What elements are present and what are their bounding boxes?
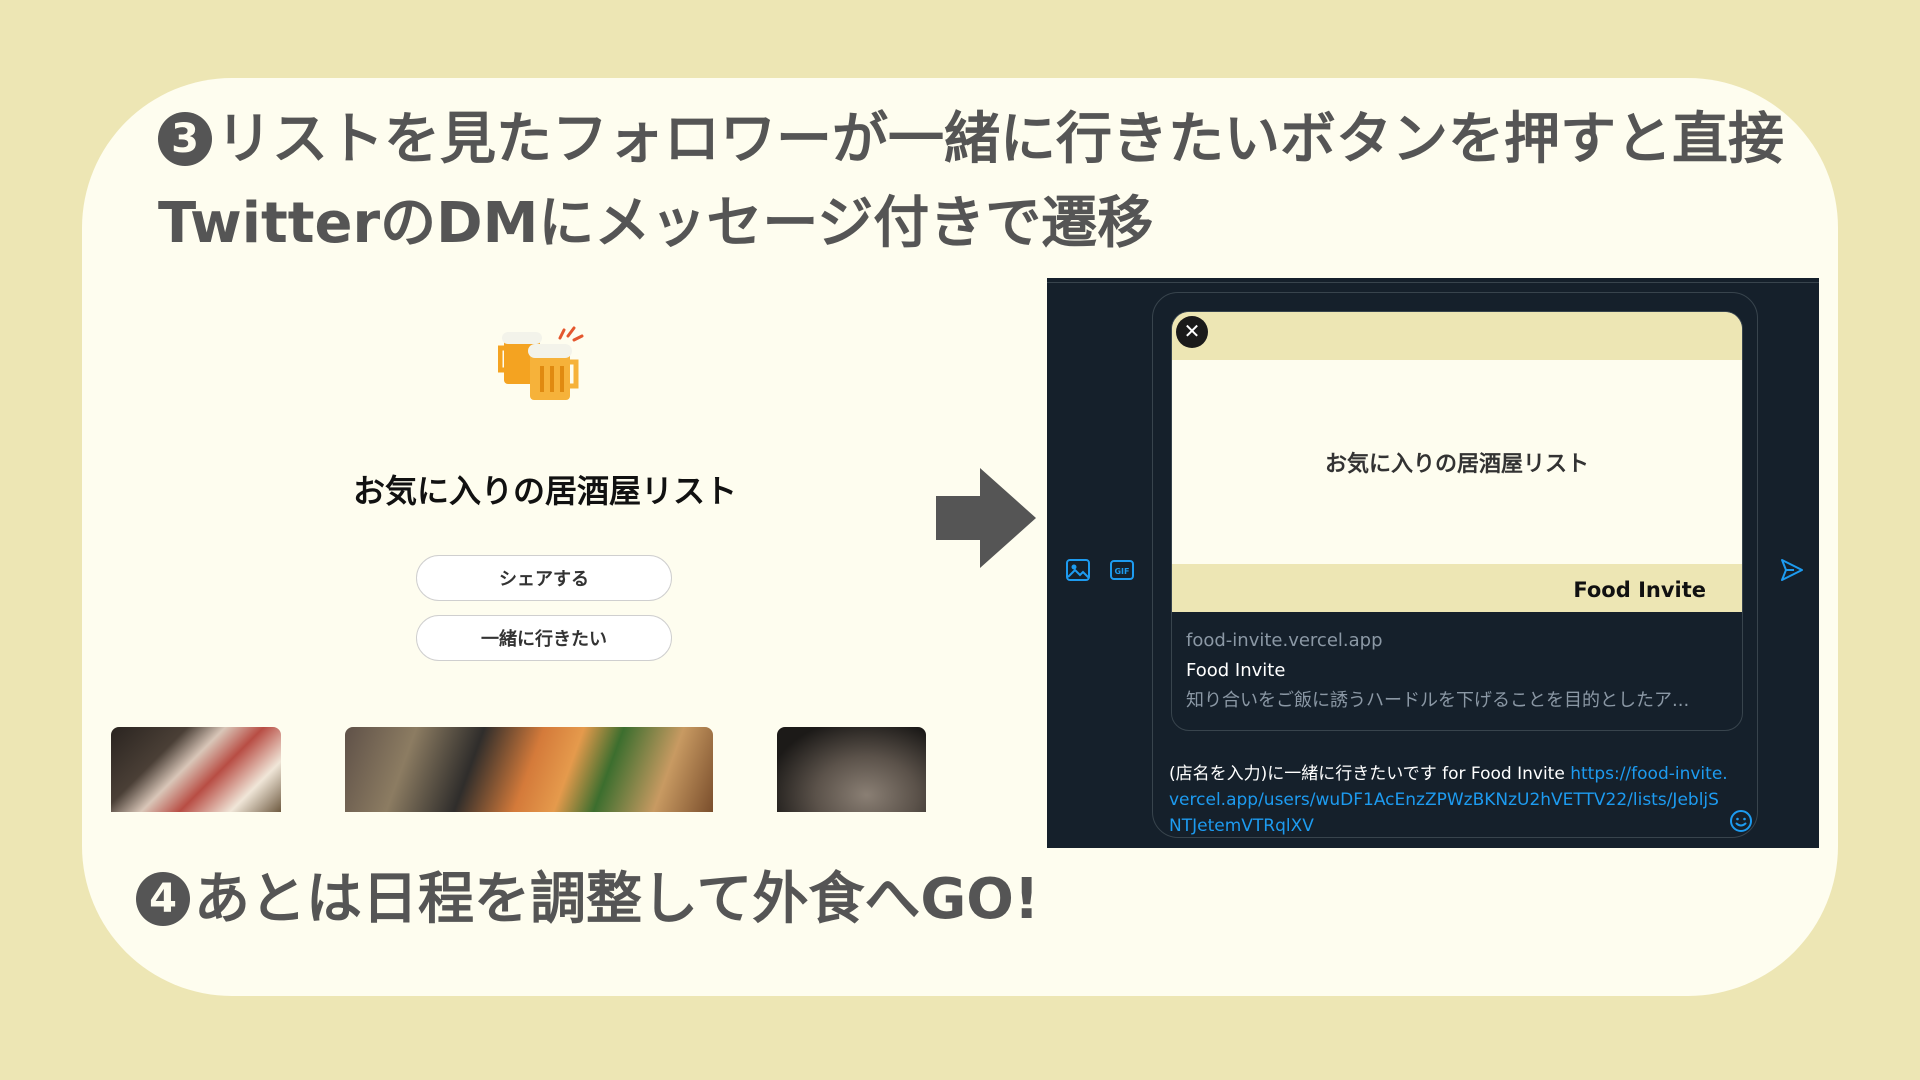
- send-icon[interactable]: [1779, 557, 1805, 583]
- card-description: 知り合いをご飯に誘うハードルを下げることを目的としたア...: [1186, 690, 1690, 711]
- beer-mugs-icon: [498, 326, 584, 400]
- card-meta: food-invite.vercel.app Food Invite 知り合いを…: [1186, 626, 1728, 716]
- close-icon[interactable]: ✕: [1176, 316, 1208, 348]
- step-3-line-2: TwitterのDMにメッセージ付きで遷移: [158, 191, 1154, 256]
- card-preview-image: お気に入りの居酒屋リスト Food Invite: [1172, 312, 1742, 612]
- step-3-line-1-text: リストを見たフォロワーが一緒に行きたいボタンを押すと直接: [216, 107, 1784, 172]
- card-preview-brand: Food Invite: [1573, 578, 1706, 602]
- step-3-heading: 3 リストを見たフォロワーが一緒に行きたいボタンを押すと直接 TwitterのDM…: [158, 98, 1784, 266]
- card-preview-title: お気に入りの居酒屋リスト: [1324, 452, 1589, 477]
- step-4-text: あとは日程を調整して外食へGO!: [194, 867, 1040, 932]
- message-body: (店名を入力)に一緒に行きたいです for Food Invite: [1169, 764, 1571, 784]
- dm-message-text[interactable]: (店名を入力)に一緒に行きたいです for Food Invite https:…: [1169, 761, 1729, 839]
- dm-divider: [1047, 282, 1819, 283]
- share-button[interactable]: シェアする: [416, 555, 672, 601]
- twitter-dm-panel: GIF お気に入りの居酒屋リスト Food Invite ✕ food-invi…: [1047, 278, 1819, 848]
- food-photo-sashimi: [111, 727, 281, 812]
- food-photo-grilled-fish: [345, 727, 713, 812]
- food-photo-dish: [777, 727, 926, 812]
- card-preview-top-band: [1172, 312, 1742, 360]
- want-to-go-together-button[interactable]: 一緒に行きたい: [416, 615, 672, 661]
- step-4-number-badge: 4: [136, 872, 190, 926]
- right-arrow-icon: [936, 468, 1036, 568]
- list-title: お気に入りの居酒屋リスト: [352, 472, 737, 510]
- step-4-heading: 4 あとは日程を調整して外食へGO!: [136, 858, 1039, 942]
- card-preview-bottom-band: Food Invite: [1172, 564, 1742, 612]
- dm-composer[interactable]: お気に入りの居酒屋リスト Food Invite ✕ food-invite.v…: [1152, 292, 1758, 838]
- step-3-number-badge: 3: [158, 112, 212, 166]
- gif-icon[interactable]: GIF: [1109, 557, 1135, 583]
- link-preview-card[interactable]: お気に入りの居酒屋リスト Food Invite ✕ food-invite.v…: [1171, 311, 1743, 731]
- svg-text:GIF: GIF: [1114, 567, 1129, 576]
- emoji-icon[interactable]: [1729, 809, 1753, 833]
- card-site-name: Food Invite: [1186, 660, 1286, 681]
- image-icon[interactable]: [1065, 557, 1091, 583]
- step-3-line-1: 3 リストを見たフォロワーが一緒に行きたいボタンを押すと直接: [158, 98, 1784, 182]
- card-domain: food-invite.vercel.app: [1186, 630, 1383, 651]
